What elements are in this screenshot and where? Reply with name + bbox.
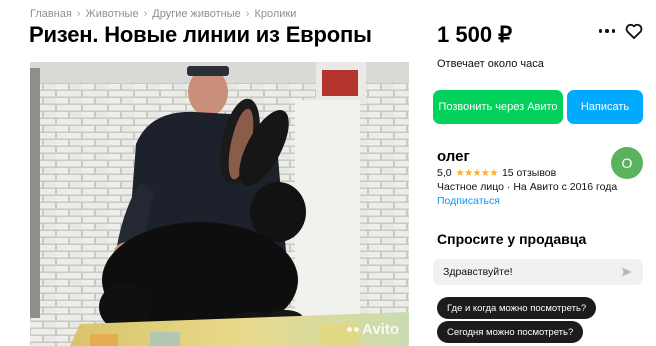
send-icon[interactable] bbox=[621, 266, 633, 278]
breadcrumb-separator: › bbox=[245, 8, 250, 20]
breadcrumb-rabbits[interactable]: Кролики bbox=[254, 8, 296, 20]
star-icon: ★★★★★ bbox=[455, 167, 499, 179]
write-button[interactable]: Написать bbox=[567, 90, 643, 124]
ask-seller-heading: Спросите у продавца bbox=[437, 231, 587, 247]
response-time: Отвечает около часа bbox=[437, 58, 544, 70]
rabbit-photo-image bbox=[30, 62, 409, 346]
rating-value: 5,0 bbox=[437, 167, 452, 179]
suggested-question-chip[interactable]: Где и когда можно посмотреть? bbox=[437, 297, 597, 319]
breadcrumb-home[interactable]: Главная bbox=[30, 8, 72, 20]
seller-type: Частное лицо · На Авито с 2016 года bbox=[437, 181, 618, 193]
watermark-text: Avito bbox=[362, 321, 399, 338]
avatar[interactable]: О bbox=[611, 147, 643, 179]
listing-photo[interactable]: Avito bbox=[30, 62, 409, 346]
subscribe-link[interactable]: Подписаться bbox=[437, 195, 500, 207]
breadcrumb-separator: › bbox=[76, 8, 81, 20]
avito-watermark: Avito bbox=[347, 321, 399, 338]
breadcrumb: Главная › Животные › Другие животные › К… bbox=[30, 8, 296, 20]
suggested-question-chip[interactable]: Сегодня можно посмотреть? bbox=[437, 321, 584, 343]
listing-title: Ризен. Новые линии из Европы bbox=[29, 22, 372, 47]
more-icon[interactable] bbox=[597, 23, 617, 39]
breadcrumb-animals[interactable]: Животные bbox=[86, 8, 139, 20]
seller-name[interactable]: олег bbox=[437, 148, 470, 165]
listing-price: 1 500 ₽ bbox=[437, 22, 513, 47]
avito-logo-icon bbox=[347, 327, 360, 332]
seller-rating: 5,0 ★★★★★ 15 отзывов bbox=[437, 167, 556, 179]
breadcrumb-other-animals[interactable]: Другие животные bbox=[152, 8, 241, 20]
call-via-avito-button[interactable]: Позвонить через Авито bbox=[433, 90, 563, 124]
message-input[interactable]: Здравствуйте! bbox=[433, 259, 643, 285]
heart-icon[interactable] bbox=[624, 21, 644, 41]
message-text[interactable]: Здравствуйте! bbox=[443, 266, 621, 278]
reviews-link[interactable]: 15 отзывов bbox=[502, 167, 556, 179]
breadcrumb-separator: › bbox=[143, 8, 148, 20]
